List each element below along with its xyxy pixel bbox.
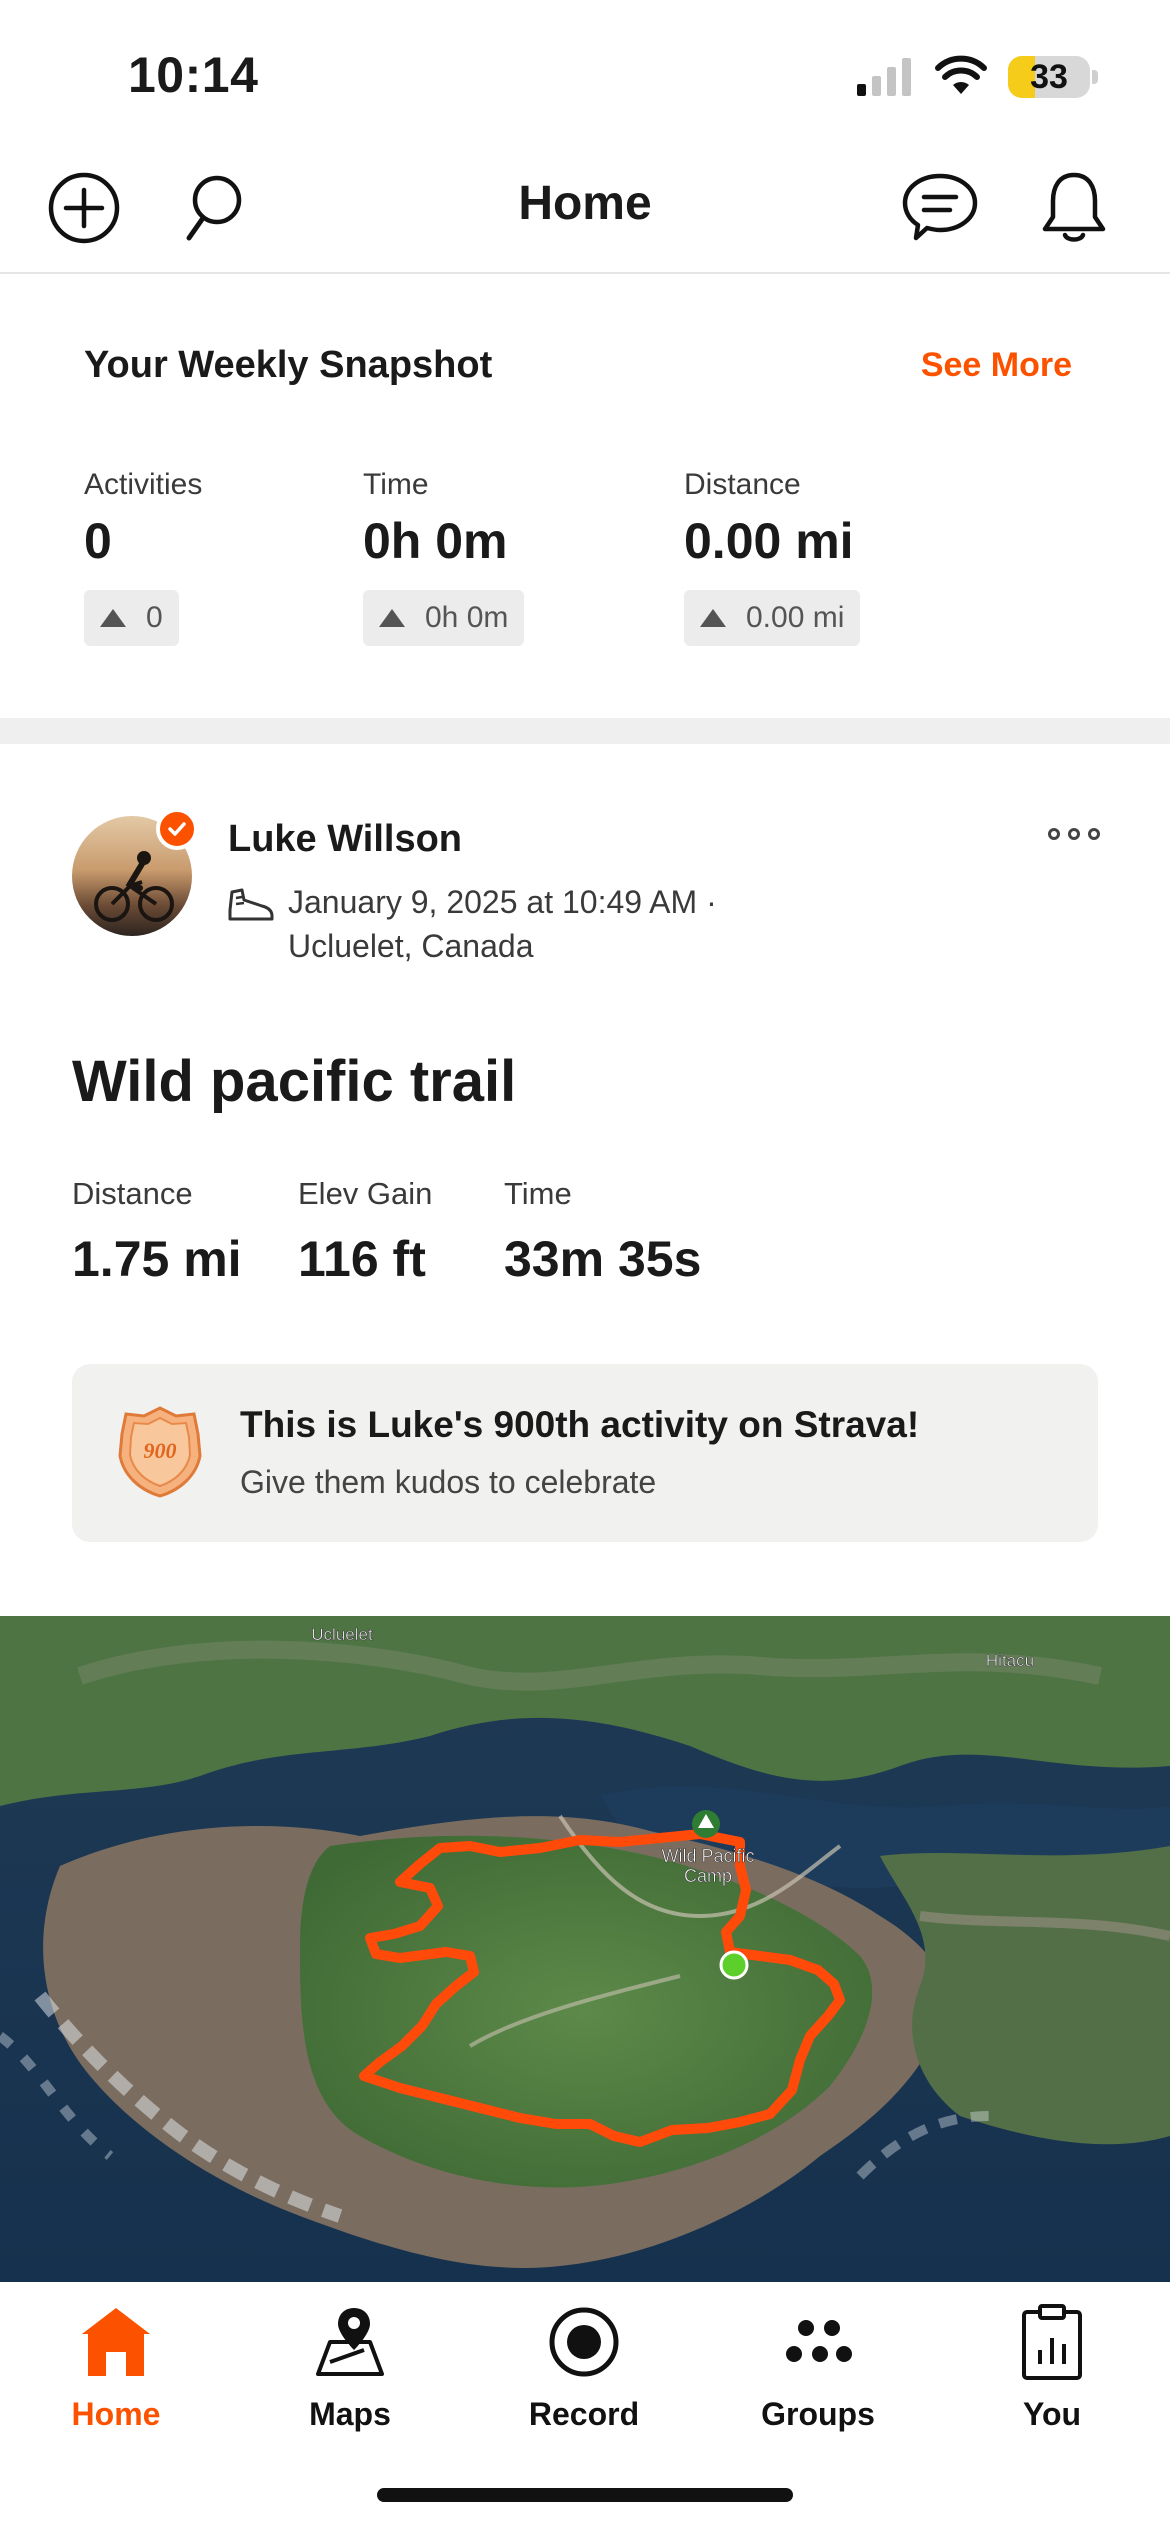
snapshot-value: 0.00 mi — [684, 513, 854, 569]
snapshot-time: Time 0h 0m 0h 0m — [363, 468, 525, 646]
tab-label: Record — [528, 2396, 640, 2432]
stat-distance: Distance 1.75 mi — [72, 1176, 242, 1288]
snapshot-label: Activities — [84, 468, 203, 501]
stat-elev-gain: Elev Gain 116 ft — [298, 1176, 432, 1288]
trend-up-icon — [379, 609, 405, 627]
nav-header: Home — [0, 150, 1170, 274]
checkmark-icon — [168, 822, 186, 836]
page-title: Home — [518, 177, 652, 230]
map-label-camp: Wild Pacific — [661, 1846, 754, 1866]
battery-nub — [1092, 70, 1098, 84]
snapshot-delta-value: 0 — [146, 601, 163, 634]
snapshot-label: Time — [363, 468, 429, 501]
tab-label: Groups — [761, 2396, 875, 2432]
trend-up-icon — [100, 609, 126, 627]
activity-location: Ucluelet, Canada — [288, 928, 534, 964]
stat-label: Elev Gain — [298, 1176, 433, 1211]
stat-value: 33m 35s — [504, 1231, 702, 1287]
maps-icon — [316, 2308, 384, 2376]
snapshot-value: 0 — [84, 513, 112, 569]
snapshot-value: 0h 0m — [363, 513, 508, 569]
groups-icon — [786, 2320, 852, 2362]
map-label-camp-line2: Camp — [684, 1866, 732, 1886]
chat-icon — [902, 173, 978, 241]
snapshot-delta: 0.00 mi — [684, 590, 861, 646]
tab-maps[interactable]: Maps — [260, 2302, 440, 2452]
activity-date: January 9, 2025 at 10:49 AM · — [288, 884, 717, 920]
status-bar: 10:14 33 — [0, 0, 1170, 150]
activity-title[interactable]: Wild pacific trail — [72, 1048, 516, 1115]
athlete-name[interactable]: Luke Willson — [228, 818, 462, 861]
tab-you[interactable]: You — [962, 2302, 1142, 2452]
section-divider — [0, 718, 1170, 744]
stat-value: 116 ft — [298, 1231, 426, 1287]
status-time: 10:14 — [128, 47, 259, 103]
cellular-signal-icon — [857, 58, 911, 96]
stat-value: 1.75 mi — [72, 1231, 242, 1287]
milestone-badge-text: 900 — [144, 1438, 177, 1463]
stat-label: Distance — [72, 1176, 193, 1211]
activity-map[interactable]: Ucluelet Hitacu Wild Pacific Camp — [0, 1616, 1170, 2282]
snapshot-title: Your Weekly Snapshot — [84, 344, 493, 386]
satellite-map-image: Ucluelet Hitacu Wild Pacific Camp — [0, 1616, 1170, 2282]
tab-label: You — [1022, 2396, 1082, 2432]
snapshot-delta-value: 0h 0m — [425, 601, 509, 634]
home-icon — [82, 2308, 150, 2376]
tab-label: Home — [71, 2396, 161, 2432]
activity-meta: January 9, 2025 at 10:49 AM · Ucluelet, … — [288, 880, 717, 968]
battery-indicator: 33 — [1008, 56, 1090, 98]
tab-record[interactable]: Record — [494, 2302, 674, 2452]
snapshot-delta-value: 0.00 mi — [746, 601, 845, 634]
milestone-subtitle: Give them kudos to celebrate — [240, 1464, 657, 1500]
home-indicator — [377, 2488, 793, 2502]
verified-badge — [156, 808, 198, 850]
milestone-title: This is Luke's 900th activity on Strava! — [240, 1404, 920, 1445]
battery-level: 33 — [1030, 58, 1068, 96]
milestone-badge-icon: 900 — [118, 1406, 202, 1498]
snapshot-activities: Activities 0 0 — [84, 468, 202, 646]
snapshot-delta: 0 — [84, 590, 179, 646]
map-label-town: Ucluelet — [311, 1625, 373, 1644]
trend-up-icon — [700, 609, 726, 627]
bell-icon — [1042, 172, 1106, 242]
hiking-shoe-icon — [228, 888, 274, 921]
stat-label: Time — [504, 1176, 572, 1211]
you-icon — [1022, 2304, 1082, 2380]
tab-groups[interactable]: Groups — [728, 2302, 908, 2452]
tab-home[interactable]: Home — [26, 2302, 206, 2452]
record-icon — [549, 2307, 619, 2377]
tab-label: Maps — [309, 2396, 391, 2432]
snapshot-delta: 0h 0m — [363, 590, 525, 646]
see-more-link[interactable]: See More — [921, 346, 1072, 385]
messages-button[interactable] — [900, 168, 980, 248]
more-options-button[interactable] — [1048, 824, 1100, 844]
wifi-icon — [935, 55, 987, 94]
weekly-snapshot: Your Weekly Snapshot See More Activities… — [0, 276, 1170, 718]
map-label-area: Hitacu — [986, 1651, 1034, 1670]
stat-time: Time 33m 35s — [504, 1176, 701, 1288]
snapshot-distance: Distance 0.00 mi 0.00 mi — [684, 468, 861, 646]
notifications-button[interactable] — [1034, 168, 1114, 248]
milestone-banner[interactable]: 900 This is Luke's 900th activity on Str… — [72, 1364, 1098, 1542]
snapshot-label: Distance — [684, 468, 801, 501]
